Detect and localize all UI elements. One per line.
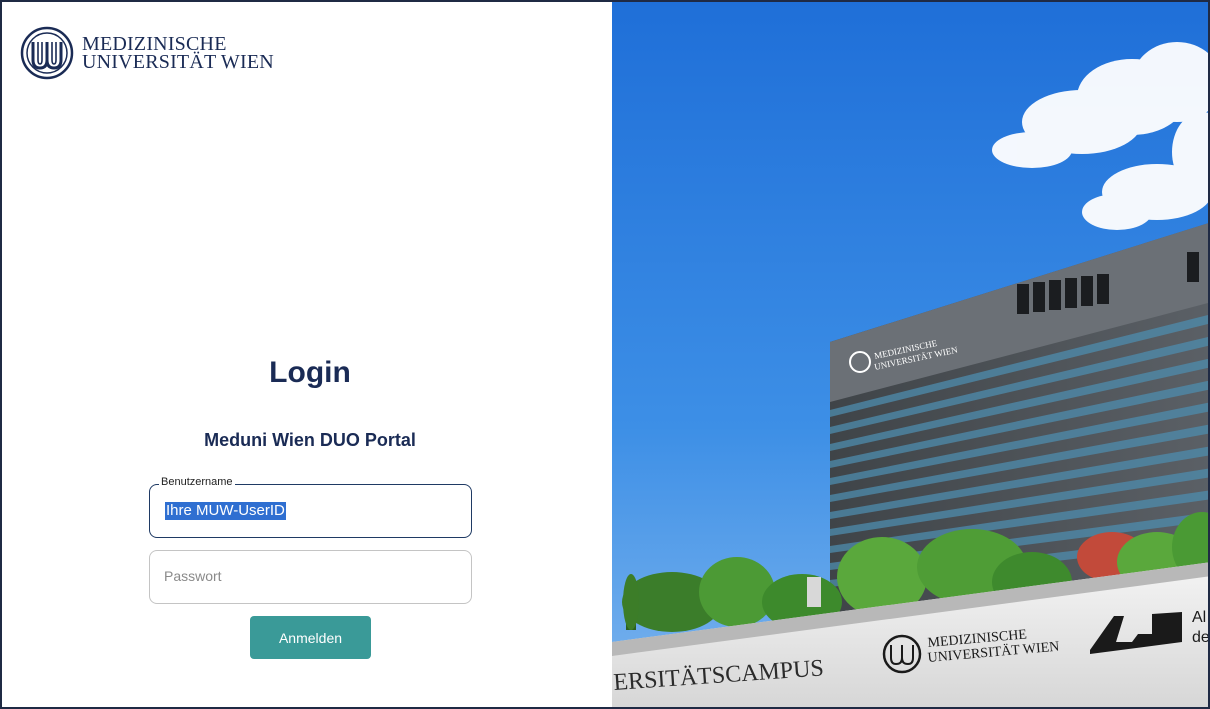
campus-illustration: MEDIZINISCHE UNIVERSITÄT WIEN ERSITÄTSCA… (612, 2, 1210, 707)
password-field[interactable]: Passwort (149, 550, 472, 604)
page-frame: MEDIZINISCHE UNIVERSITÄT WIEN Login Medu… (0, 0, 1210, 709)
logo-line-2: UNIVERSITÄT WIEN (82, 51, 274, 73)
meduni-seal-icon (20, 26, 74, 80)
page-title: Login (269, 356, 351, 389)
portal-subtitle: Meduni Wien DUO Portal (204, 430, 416, 450)
username-label: Benutzername (159, 476, 235, 488)
akh-text-1: Al (1192, 609, 1206, 626)
login-button[interactable]: Anmelden (250, 616, 371, 659)
username-value[interactable]: Ihre MUW-UserID (165, 502, 286, 520)
logo-wordmark: MEDIZINISCHE UNIVERSITÄT WIEN (82, 34, 274, 73)
password-placeholder: Passwort (164, 568, 222, 584)
university-logo[interactable]: MEDIZINISCHE UNIVERSITÄT WIEN (20, 26, 274, 80)
login-panel: MEDIZINISCHE UNIVERSITÄT WIEN Login Medu… (2, 2, 612, 707)
akh-text-2: de (1192, 629, 1210, 646)
username-field[interactable]: Benutzername Ihre MUW-UserID (149, 476, 472, 538)
campus-photo: MEDIZINISCHE UNIVERSITÄT WIEN ERSITÄTSCA… (612, 2, 1210, 707)
